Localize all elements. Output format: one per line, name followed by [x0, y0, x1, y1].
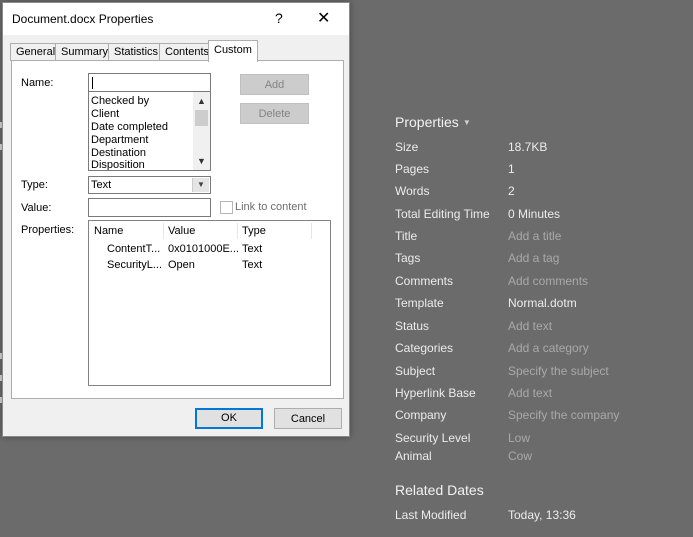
property-value: 1 — [508, 162, 515, 176]
property-label: Status — [395, 319, 430, 333]
tab-contents[interactable]: Contents — [159, 43, 216, 61]
property-value: Normal.dotm — [508, 296, 577, 310]
property-value: 2 — [508, 184, 515, 198]
property-value: 18.7KB — [508, 140, 548, 154]
custom-properties-list[interactable]: Name Value Type ContentT... 0x0101000E..… — [88, 220, 331, 386]
list-item[interactable]: Destination — [91, 147, 146, 159]
list-item[interactable]: Client — [91, 108, 119, 120]
property-label: Pages — [395, 162, 430, 176]
delete-button[interactable]: Delete — [240, 103, 309, 124]
categories-field[interactable]: Add a category — [508, 341, 589, 355]
comments-field[interactable]: Add comments — [508, 274, 588, 288]
column-header-value[interactable]: Value — [168, 225, 195, 237]
properties-label: Properties: — [21, 224, 75, 236]
ok-button[interactable]: OK — [195, 408, 263, 429]
property-label: Company — [395, 408, 447, 422]
column-divider[interactable] — [163, 223, 164, 239]
name-suggestions-list[interactable]: Checked by Client Date completed Departm… — [88, 91, 211, 171]
scroll-up-icon[interactable]: ▲ — [193, 94, 210, 108]
name-label: Name: — [21, 77, 54, 89]
dialog-title: Document.docx Properties — [12, 12, 154, 26]
row-name-cell: SecurityL... — [107, 259, 163, 271]
row-value-cell: 0x0101000E... — [168, 243, 239, 255]
property-label: Words — [395, 184, 430, 198]
property-label: Hyperlink Base — [395, 386, 476, 400]
help-button[interactable]: ? — [275, 10, 283, 26]
properties-heading[interactable]: Properties ▼ — [395, 114, 471, 130]
animal-field[interactable]: Cow — [508, 449, 532, 463]
chevron-down-icon[interactable]: ▼ — [192, 178, 209, 192]
status-field[interactable]: Add text — [508, 319, 552, 333]
column-divider[interactable] — [237, 223, 238, 239]
link-to-content-label: Link to content — [235, 201, 307, 213]
type-label: Type: — [21, 179, 48, 191]
list-item[interactable]: Checked by — [91, 95, 149, 107]
column-header-name[interactable]: Name — [94, 225, 123, 237]
property-label: Subject — [395, 364, 436, 378]
close-icon[interactable]: ✕ — [317, 8, 330, 28]
date-label: Last Modified — [395, 508, 467, 522]
list-scrollbar[interactable]: ▲ ▼ — [193, 92, 210, 170]
row-value-cell: Open — [168, 259, 195, 271]
caret-down-icon: ▼ — [462, 118, 471, 127]
tab-summary[interactable]: Summary — [55, 43, 115, 61]
properties-heading-label: Properties — [395, 114, 459, 130]
company-field[interactable]: Specify the company — [508, 408, 619, 422]
name-input[interactable] — [88, 73, 211, 92]
property-value: 0 Minutes — [508, 207, 561, 221]
row-type-cell: Text — [242, 259, 263, 271]
column-divider[interactable] — [311, 223, 312, 239]
list-item[interactable]: Date completed — [91, 121, 168, 133]
security-level-field[interactable]: Low — [508, 431, 530, 445]
add-button[interactable]: Add — [240, 74, 309, 95]
related-dates-heading: Related Dates — [395, 482, 484, 498]
value-label: Value: — [21, 202, 52, 214]
row-type-cell: Text — [242, 243, 263, 255]
text-cursor — [92, 77, 93, 89]
row-name-cell: ContentT... — [107, 243, 161, 255]
type-select[interactable]: Text ▼ — [88, 176, 211, 194]
property-label: Title — [395, 229, 418, 243]
list-item[interactable]: Disposition — [91, 159, 145, 170]
property-label: Comments — [395, 274, 454, 288]
column-header-type[interactable]: Type — [242, 225, 266, 237]
property-label: Animal — [395, 449, 432, 463]
scroll-thumb[interactable] — [195, 110, 208, 126]
property-label: Security Level — [395, 431, 471, 445]
property-label: Tags — [395, 251, 421, 265]
property-label: Total Editing Time — [395, 207, 490, 221]
cancel-button[interactable]: Cancel — [274, 408, 342, 429]
date-value: Today, 13:36 — [508, 508, 576, 522]
property-label: Categories — [395, 341, 454, 355]
hyperlink-base-field[interactable]: Add text — [508, 386, 552, 400]
scroll-down-icon[interactable]: ▼ — [193, 154, 210, 168]
property-label: Template — [395, 296, 444, 310]
tab-custom[interactable]: Custom — [208, 40, 258, 62]
dialog-titlebar[interactable]: Document.docx Properties ? ✕ — [3, 3, 349, 35]
list-item[interactable]: Department — [91, 134, 148, 146]
link-to-content-checkbox[interactable] — [220, 201, 233, 214]
type-select-value: Text — [91, 179, 112, 191]
subject-field[interactable]: Specify the subject — [508, 364, 609, 378]
title-field[interactable]: Add a title — [508, 229, 561, 243]
tab-statistics[interactable]: Statistics — [108, 43, 165, 61]
tab-general[interactable]: General — [10, 43, 62, 61]
tags-field[interactable]: Add a tag — [508, 251, 559, 265]
value-input[interactable] — [88, 198, 211, 217]
property-label: Size — [395, 140, 419, 154]
